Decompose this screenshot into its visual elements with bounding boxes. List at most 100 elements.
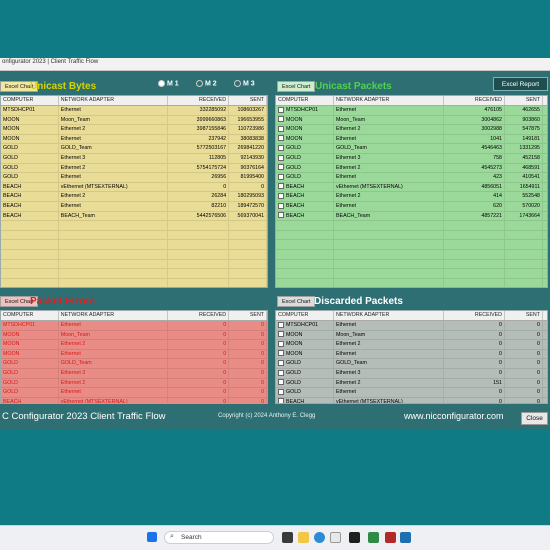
column-adapter[interactable]: NETWORK ADAPTER: [59, 96, 169, 105]
table-row[interactable]: BEACH BEACH_Team 4857221 1743664: [276, 211, 547, 222]
row-checkbox[interactable]: [278, 116, 284, 123]
table-row[interactable]: GOLD GOLD_Team 4546463 1331295: [276, 144, 547, 154]
store-icon[interactable]: [330, 532, 341, 543]
table-row[interactable]: MOON Moon_Team 3999660863 196653955: [1, 115, 267, 126]
column-computer[interactable]: COMPUTER: [276, 311, 334, 320]
row-checkbox[interactable]: [278, 106, 284, 113]
table-row[interactable]: MOON Ethernet 1041 149181: [276, 134, 547, 145]
app-icon-2[interactable]: [385, 532, 396, 543]
cell-sent: 269841220: [229, 144, 267, 153]
column-adapter[interactable]: NETWORK ADAPTER: [59, 311, 169, 320]
edge-icon[interactable]: [314, 532, 325, 543]
column-received[interactable]: RECEIVED: [168, 96, 230, 105]
table-row[interactable]: BEACH Ethernet 82210 189472570: [1, 201, 267, 212]
row-checkbox[interactable]: [278, 202, 284, 209]
table-row[interactable]: GOLD Ethernet 0 0: [1, 388, 267, 398]
table-row[interactable]: GOLD Ethernet 3 112805 92143930: [1, 153, 267, 164]
table-row[interactable]: MOON Ethernet 2 3002988 547875: [276, 125, 547, 135]
table-row[interactable]: GOLD Ethernet 2 151 0: [276, 378, 547, 389]
cell-sent: 452158: [505, 153, 543, 163]
table-row[interactable]: GOLD Ethernet 300: [1, 368, 267, 379]
table-row[interactable]: MOON Ethernet 0 0: [1, 349, 267, 360]
excel-chart-button[interactable]: Excel Chart: [277, 81, 316, 92]
row-checkbox[interactable]: [278, 331, 284, 338]
row-checkbox[interactable]: [278, 359, 284, 366]
discarded-packets-grid[interactable]: COMPUTER NETWORK ADAPTER RECEIVED SENT MTSDH…: [275, 310, 548, 404]
unicast-packets-grid[interactable]: COMPUTER NETWORK ADAPTER RECEIVED SENT MTSDH…: [275, 95, 548, 288]
column-received[interactable]: RECEIVED: [444, 96, 505, 105]
close-button[interactable]: Close: [521, 412, 548, 425]
column-sent[interactable]: SENT: [505, 96, 543, 105]
table-row[interactable]: GOLD Ethernet 0 0: [276, 388, 547, 398]
table-row[interactable]: GOLD Ethernet 200: [1, 378, 267, 389]
table-row[interactable]: MOON Moon_Team 0 0: [276, 330, 547, 341]
unicast-bytes-grid[interactable]: COMPUTER NETWORK ADAPTER RECEIVED SENT MTSDH…: [0, 95, 268, 288]
row-checkbox[interactable]: [278, 125, 284, 132]
column-adapter[interactable]: NETWORK ADAPTER: [334, 96, 444, 105]
row-checkbox[interactable]: [278, 135, 284, 142]
column-sent[interactable]: SENT: [505, 311, 543, 320]
search-box[interactable]: ⌕ Search: [164, 531, 274, 544]
table-row[interactable]: MTSDHCP01 Ethernet 332285092 108603267: [1, 106, 267, 116]
column-sent[interactable]: SENT: [229, 311, 267, 320]
row-checkbox[interactable]: [278, 321, 284, 328]
table-row[interactable]: GOLD GOLD_Team 0 0: [276, 359, 547, 369]
table-row[interactable]: MTSDHCP01 Ethernet 0 0: [1, 321, 267, 331]
table-row[interactable]: GOLD GOLD_Team 5772503167 269841220: [1, 144, 267, 154]
table-row[interactable]: MOON Ethernet 200: [1, 340, 267, 350]
column-computer[interactable]: COMPUTER: [276, 96, 334, 105]
table-row[interactable]: BEACH BEACH_Team 5442576506 569370041: [1, 211, 267, 222]
terminal-icon[interactable]: [349, 532, 360, 543]
column-sent[interactable]: SENT: [229, 96, 267, 105]
row-checkbox[interactable]: [278, 173, 284, 180]
table-row[interactable]: GOLD GOLD_Team 0 0: [1, 359, 267, 369]
row-checkbox[interactable]: [278, 350, 284, 357]
cell-adapter: Ethernet 2: [334, 340, 444, 349]
table-row[interactable]: GOLD Ethernet 2 4545273 468591: [276, 163, 547, 174]
table-row[interactable]: BEACH Ethernet 2 414 552548: [276, 192, 547, 202]
table-row[interactable]: MOON Ethernet 237942 38083838: [1, 134, 267, 145]
excel-chart-button[interactable]: Excel Chart: [277, 296, 316, 307]
column-computer[interactable]: COMPUTER: [1, 96, 59, 105]
website-link[interactable]: www.nicconfigurator.com: [404, 411, 504, 421]
table-row[interactable]: MTSDHCP01 Ethernet 476105 462655: [276, 106, 547, 116]
table-row[interactable]: MTSDHCP01 Ethernet 0 0: [276, 321, 547, 331]
table-row[interactable]: MOON Ethernet 200: [276, 340, 547, 350]
row-checkbox[interactable]: [278, 164, 284, 171]
column-computer[interactable]: COMPUTER: [1, 311, 59, 320]
table-row[interactable]: BEACH Ethernet 2 26284 180295093: [1, 192, 267, 202]
table-row[interactable]: BEACH Ethernet 620 570020: [276, 201, 547, 212]
column-adapter[interactable]: NETWORK ADAPTER: [334, 311, 444, 320]
row-checkbox[interactable]: [278, 379, 284, 386]
empty-cell: [505, 230, 543, 240]
cell-received: 112805: [168, 153, 230, 163]
row-checkbox[interactable]: [278, 340, 284, 347]
empty-cell: [59, 259, 169, 269]
table-row[interactable]: GOLD Ethernet 26956 81995400: [1, 173, 267, 183]
table-row[interactable]: MOON Ethernet 0 0: [276, 349, 547, 360]
table-row[interactable]: MOON Ethernet 2 3987155846 110723986: [1, 125, 267, 135]
table-row[interactable]: MOON Moon_Team 0 0: [1, 330, 267, 341]
row-checkbox[interactable]: [278, 144, 284, 151]
row-checkbox[interactable]: [278, 212, 284, 219]
row-checkbox[interactable]: [278, 154, 284, 161]
packet-errors-grid[interactable]: COMPUTER NETWORK ADAPTER RECEIVED SENT MTSDH…: [0, 310, 268, 404]
column-received[interactable]: RECEIVED: [444, 311, 505, 320]
table-row[interactable]: GOLD Ethernet 2 5754175724 90376164: [1, 163, 267, 174]
row-checkbox[interactable]: [278, 192, 284, 199]
table-row[interactable]: GOLD Ethernet 423 410541: [276, 173, 547, 183]
start-icon[interactable]: [147, 532, 157, 542]
row-checkbox[interactable]: [278, 388, 284, 395]
table-row[interactable]: GOLD Ethernet 3 758 452158: [276, 153, 547, 164]
table-row[interactable]: GOLD Ethernet 300: [276, 368, 547, 379]
column-received[interactable]: RECEIVED: [168, 311, 230, 320]
task-view-icon[interactable]: [282, 532, 293, 543]
table-row[interactable]: MOON Moon_Team 3004862 903860: [276, 115, 547, 126]
app-icon-3[interactable]: [400, 532, 411, 543]
row-checkbox[interactable]: [278, 369, 284, 376]
table-row[interactable]: BEACH vEthernet (MTSEXTERNAL) 0 0: [1, 182, 267, 193]
row-checkbox[interactable]: [278, 183, 284, 190]
file-explorer-icon[interactable]: [298, 532, 309, 543]
table-row[interactable]: BEACH vEthernet (MTSEXTERNAL) 4856051 16549…: [276, 182, 547, 193]
app-icon[interactable]: [368, 532, 379, 543]
